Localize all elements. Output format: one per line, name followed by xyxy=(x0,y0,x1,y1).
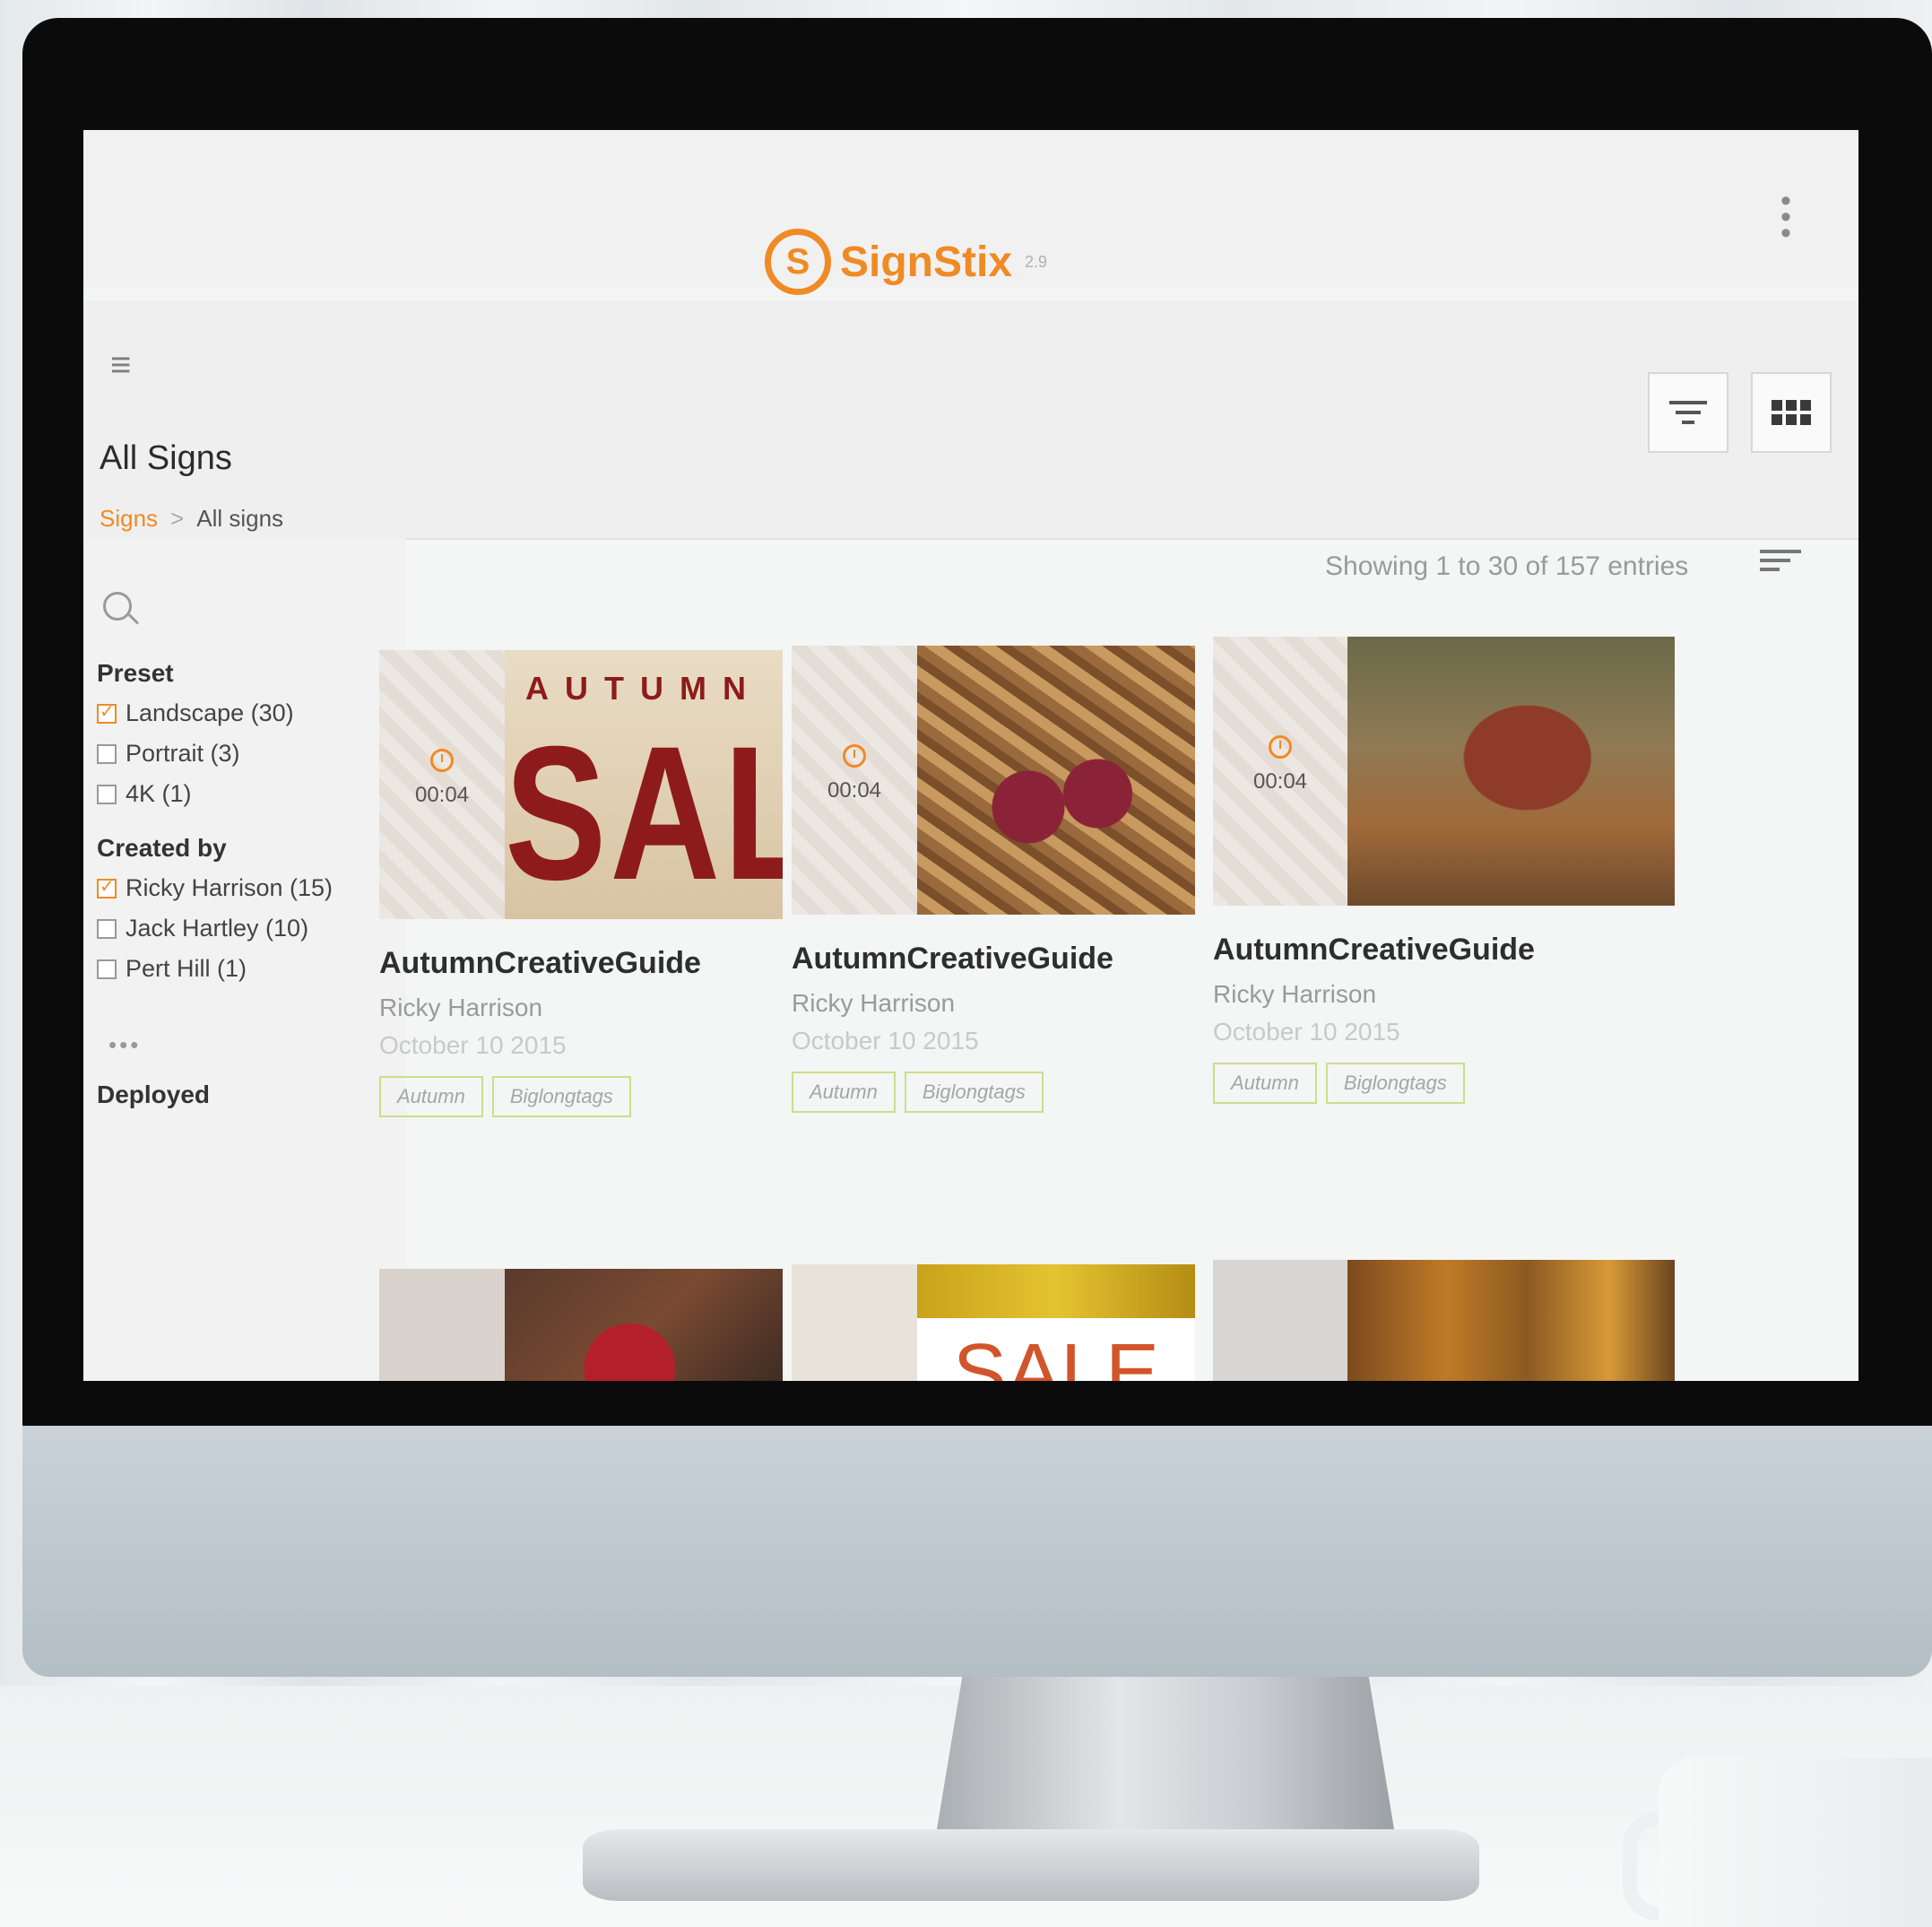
tag[interactable]: Autumn xyxy=(792,1072,896,1113)
monitor: S SignStix 2.9 • • • ≡ All Signs Signs > A… xyxy=(22,18,1932,1681)
checkbox-checked[interactable] xyxy=(97,875,117,898)
card-title[interactable]: AutumnCreativeGuide xyxy=(792,942,1195,977)
app-logo[interactable]: S SignStix 2.9 xyxy=(765,229,1047,295)
duration: 00:04 xyxy=(792,744,917,803)
tag[interactable]: Biglongtags xyxy=(1325,1063,1465,1104)
duration-label: 00:04 xyxy=(414,783,470,807)
sign-card[interactable]: 00:04 AUTUMN SALE AutumnCreativeGuide Ri… xyxy=(379,650,783,1117)
thumbnail-image-autumn-sale: AUTUMN SALE xyxy=(505,650,783,919)
tag-list: Autumn Biglongtags xyxy=(379,1076,783,1117)
version-label: 2.9 xyxy=(1025,252,1048,271)
clock-icon xyxy=(1269,735,1292,759)
app-screen: S SignStix 2.9 • • • ≡ All Signs Signs > A… xyxy=(83,130,1858,1381)
page-title: All Signs xyxy=(100,439,232,477)
option-label: Landscape (30) xyxy=(126,699,294,726)
monitor-stand-base xyxy=(583,1829,1479,1901)
filter-option-ricky-harrison[interactable]: Ricky Harrison (15) xyxy=(97,874,333,902)
duration: 00:04 xyxy=(1213,735,1347,794)
thumbnail-side-panel xyxy=(792,1264,917,1381)
filter-option-4k[interactable]: 4K (1) xyxy=(97,780,192,808)
option-label: Pert Hill (1) xyxy=(126,955,247,982)
duration-label: 00:04 xyxy=(827,778,882,803)
duration-label: 00:04 xyxy=(1252,769,1308,794)
card-date: October 10 2015 xyxy=(379,1031,567,1059)
more-vert-icon[interactable]: • • • xyxy=(1776,186,1796,248)
sign-thumbnail[interactable]: 00:04 xyxy=(1213,637,1675,906)
filter-sidebar: Preset Landscape (30) Portrait (3) 4K (1… xyxy=(83,538,406,1381)
tag[interactable]: Autumn xyxy=(1213,1063,1317,1104)
thumbnail-image-leaves-shoes xyxy=(917,646,1195,915)
thumbnail-image-woman-red-coat xyxy=(505,1269,783,1381)
checkbox[interactable] xyxy=(97,784,117,804)
breadcrumb-separator: > xyxy=(170,505,185,532)
card-date: October 10 2015 xyxy=(792,1027,979,1055)
filter-option-portrait[interactable]: Portrait (3) xyxy=(97,740,240,768)
option-label: 4K (1) xyxy=(126,780,192,807)
card-date: October 10 2015 xyxy=(1213,1018,1400,1046)
card-author: Ricky Harrison xyxy=(792,989,956,1017)
sort-icon[interactable] xyxy=(1760,544,1801,577)
thumb-text-sale: SALE xyxy=(505,707,783,919)
option-label: Ricky Harrison (15) xyxy=(126,874,334,901)
thumbnail-image-yellow-trees xyxy=(917,1264,1195,1318)
sign-card-partial[interactable] xyxy=(1213,1260,1675,1381)
filter-icon xyxy=(1669,395,1707,430)
sign-thumbnail[interactable]: 00:04 AUTUMN SALE xyxy=(379,650,783,919)
sign-card-partial[interactable]: SALE xyxy=(792,1264,1195,1381)
show-more-button[interactable]: ••• xyxy=(108,1031,141,1059)
sign-card[interactable]: 00:04 AutumnCreativeGuide Ricky Harrison… xyxy=(792,646,1195,1113)
grid-view-button[interactable] xyxy=(1751,372,1832,453)
filter-option-pert-hill[interactable]: Pert Hill (1) xyxy=(97,955,247,983)
option-label: Portrait (3) xyxy=(126,740,240,767)
card-title[interactable]: AutumnCreativeGuide xyxy=(1213,933,1675,968)
filter-title-deployed: Deployed xyxy=(97,1081,211,1108)
breadcrumb-link-signs[interactable]: Signs xyxy=(100,505,158,533)
thumb-text-sale: SALE xyxy=(952,1328,1160,1381)
tag-list: Autumn Biglongtags xyxy=(792,1072,1195,1113)
thumbnail-side-panel xyxy=(1213,1260,1347,1381)
entries-count: Showing 1 to 30 of 157 entries xyxy=(1325,551,1689,581)
checkbox[interactable] xyxy=(97,918,117,939)
checkbox-checked[interactable] xyxy=(97,700,117,724)
top-bar: S SignStix 2.9 • • • xyxy=(83,130,1858,295)
breadcrumb: Signs > All signs xyxy=(100,505,283,533)
filter-button[interactable] xyxy=(1648,372,1728,453)
tag-list: Autumn Biglongtags xyxy=(1213,1063,1675,1104)
option-label: Jack Hartley (10) xyxy=(126,915,309,942)
card-author: Ricky Harrison xyxy=(1213,980,1377,1008)
breadcrumb-current: All signs xyxy=(196,505,284,532)
tag[interactable]: Biglongtags xyxy=(904,1072,1044,1113)
thumbnail-side-panel xyxy=(379,1269,505,1381)
monitor-chin xyxy=(22,1426,1932,1677)
thumbnail-image-autumn-forest xyxy=(1347,1260,1675,1381)
sign-card[interactable]: 00:04 AutumnCreativeGuide Ricky Harrison… xyxy=(1213,637,1675,1104)
grid-view-icon xyxy=(1772,400,1811,425)
checkbox[interactable] xyxy=(97,743,117,764)
tag[interactable]: Biglongtags xyxy=(491,1076,631,1117)
search-icon[interactable] xyxy=(103,592,132,621)
hamburger-icon[interactable]: ≡ xyxy=(110,345,131,386)
sign-card-partial[interactable] xyxy=(379,1269,783,1381)
clock-icon xyxy=(430,749,454,772)
sign-thumbnail[interactable]: 00:04 xyxy=(792,646,1195,915)
card-author: Ricky Harrison xyxy=(379,994,543,1021)
brand-name: SignStix xyxy=(840,238,1013,286)
filter-title-created-by: Created by xyxy=(97,834,227,862)
card-title[interactable]: AutumnCreativeGuide xyxy=(379,946,783,981)
filter-title-preset: Preset xyxy=(97,659,174,687)
filter-option-jack-hartley[interactable]: Jack Hartley (10) xyxy=(97,915,308,942)
thumb-text-autumn: AUTUMN xyxy=(525,670,762,707)
checkbox[interactable] xyxy=(97,959,117,979)
filter-option-landscape[interactable]: Landscape (30) xyxy=(97,699,294,727)
tag[interactable]: Autumn xyxy=(379,1076,483,1117)
logo-mark-icon: S xyxy=(765,229,831,295)
duration: 00:04 xyxy=(379,749,505,808)
page-header xyxy=(83,300,1858,540)
coffee-cup xyxy=(1659,1758,1932,1927)
clock-icon xyxy=(843,744,866,768)
thumbnail-image-woman-in-field xyxy=(1347,637,1675,906)
thumbnail-sale-panel: SALE xyxy=(917,1318,1195,1381)
